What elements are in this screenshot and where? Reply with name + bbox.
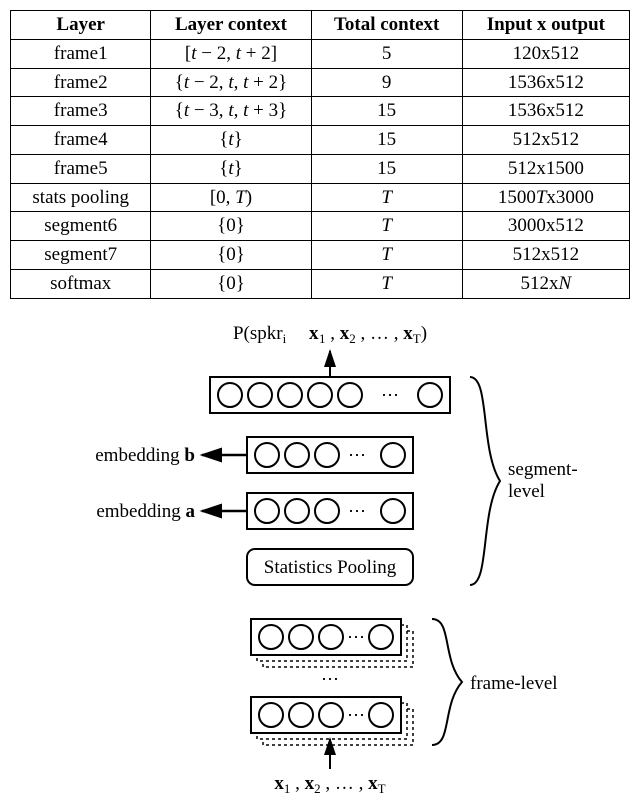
brace-frame-level: [432, 619, 462, 745]
table-cell-total: 15: [311, 154, 462, 183]
label-frame-level: frame-level: [470, 673, 558, 694]
svg-text:⋯: ⋯: [348, 445, 366, 465]
table-cell-total: T: [311, 269, 462, 298]
label-inputs: x1 , x2 , … , xT: [274, 773, 385, 796]
table-cell-context: {t}: [151, 126, 311, 155]
layer-frame-lower: ⋯: [251, 697, 413, 745]
table-cell-io: 512xN: [462, 269, 629, 298]
table-cell-io: 1500Tx3000: [462, 183, 629, 212]
col-total-context: Total context: [311, 11, 462, 40]
table-row: stats pooling[0, T)T1500Tx3000: [11, 183, 630, 212]
svg-text:⋯: ⋯: [347, 705, 365, 725]
brace-segment-level: [470, 377, 500, 585]
table-row: frame2{t − 2, t, t + 2}91536x512: [11, 68, 630, 97]
svg-text:⋯: ⋯: [381, 385, 399, 405]
table-cell-context: {t − 3, t, t + 3}: [151, 97, 311, 126]
table-row: segment6{0}T3000x512: [11, 212, 630, 241]
layer-segment7: ⋯: [247, 437, 413, 473]
layer-stats-pooling: Statistics Pooling: [247, 549, 413, 585]
table-cell-layer: segment7: [11, 241, 151, 270]
table-cell-layer: segment6: [11, 212, 151, 241]
col-layer-context: Layer context: [151, 11, 311, 40]
table-row: frame3{t − 3, t, t + 3}151536x512: [11, 97, 630, 126]
table-cell-total: T: [311, 241, 462, 270]
table-cell-layer: frame5: [11, 154, 151, 183]
table-cell-layer: frame1: [11, 39, 151, 68]
label-embedding-b: embedding b: [95, 445, 195, 466]
table-row: frame1[t − 2, t + 2]5120x512: [11, 39, 630, 68]
table-cell-total: 9: [311, 68, 462, 97]
table-cell-layer: stats pooling: [11, 183, 151, 212]
table-cell-context: {0}: [151, 269, 311, 298]
table-cell-total: 15: [311, 126, 462, 155]
table-header-row: Layer Layer context Total context Input …: [11, 11, 630, 40]
table-row: frame5{t}15512x1500: [11, 154, 630, 183]
col-layer: Layer: [11, 11, 151, 40]
table-cell-total: 15: [311, 97, 462, 126]
svg-text:Statistics Pooling: Statistics Pooling: [264, 557, 397, 578]
table-cell-context: [0, T): [151, 183, 311, 212]
table-cell-total: T: [311, 183, 462, 212]
table-cell-context: {0}: [151, 241, 311, 270]
table-cell-context: {0}: [151, 212, 311, 241]
table-cell-total: T: [311, 212, 462, 241]
label-embedding-a: embedding a: [96, 501, 195, 522]
svg-text:⋯: ⋯: [347, 627, 365, 647]
label-segment-level: segment- level: [508, 459, 582, 502]
table-cell-io: 120x512: [462, 39, 629, 68]
table-cell-io: 512x1500: [462, 154, 629, 183]
table-cell-io: 1536x512: [462, 68, 629, 97]
prob-label: P(spkri x1 , x2 , … , xT): [233, 323, 427, 346]
vertical-dots: ⋯: [321, 669, 339, 689]
layer-softmax: ⋯: [210, 377, 450, 413]
table-row: segment7{0}T512x512: [11, 241, 630, 270]
svg-text:⋯: ⋯: [348, 501, 366, 521]
table-cell-io: 512x512: [462, 126, 629, 155]
table-cell-context: {t − 2, t, t + 2}: [151, 68, 311, 97]
table-cell-context: {t}: [151, 154, 311, 183]
table-cell-io: 512x512: [462, 241, 629, 270]
table-cell-layer: softmax: [11, 269, 151, 298]
table-cell-context: [t − 2, t + 2]: [151, 39, 311, 68]
table-cell-total: 5: [311, 39, 462, 68]
architecture-diagram: P(spkri x1 , x2 , … , xT) ⋯ ⋯ embedding …: [50, 319, 610, 799]
table-cell-layer: frame2: [11, 68, 151, 97]
layer-segment6: ⋯: [247, 493, 413, 529]
col-io: Input x output: [462, 11, 629, 40]
layer-frame-upper: ⋯: [251, 619, 413, 667]
table-row: frame4{t}15512x512: [11, 126, 630, 155]
table-cell-io: 3000x512: [462, 212, 629, 241]
table-cell-layer: frame4: [11, 126, 151, 155]
table-cell-layer: frame3: [11, 97, 151, 126]
table-cell-io: 1536x512: [462, 97, 629, 126]
architecture-table: Layer Layer context Total context Input …: [10, 10, 630, 299]
table-row: softmax{0}T512xN: [11, 269, 630, 298]
